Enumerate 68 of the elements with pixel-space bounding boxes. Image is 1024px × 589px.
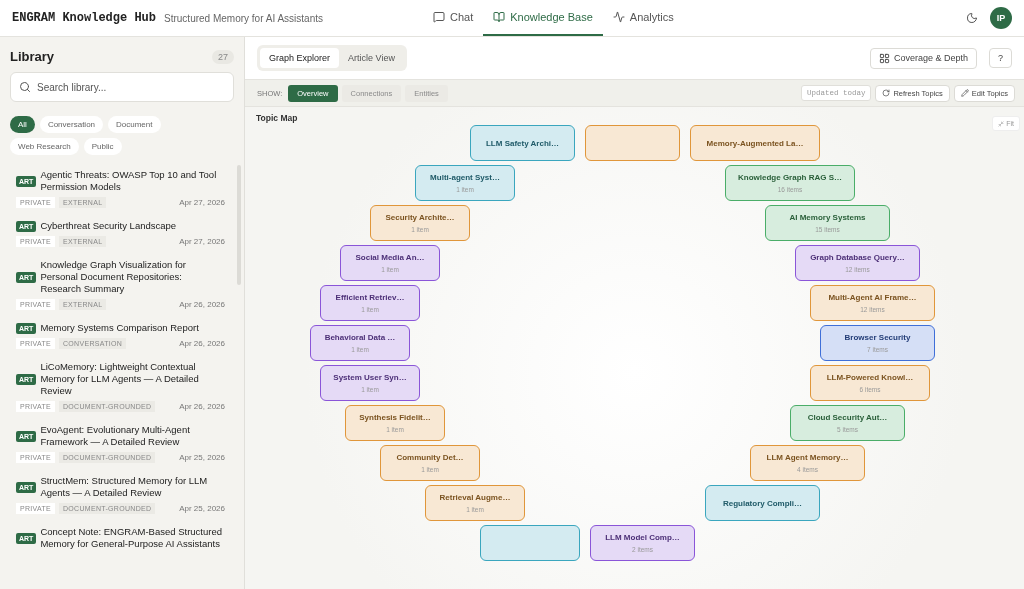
topic-label: Multi-Agent AI Frame… (828, 293, 917, 302)
topic-node[interactable]: LLM Safety Archi… (470, 125, 575, 161)
article-date: Apr 26, 2026 (179, 339, 225, 348)
topic-node[interactable] (585, 125, 680, 161)
topic-label: Retrieval Augme… (439, 493, 511, 502)
topic-label: Browser Security (844, 333, 911, 342)
article-date: Apr 27, 2026 (179, 237, 225, 246)
library-title: Library (10, 49, 55, 64)
topic-label: Behavioral Data … (324, 333, 396, 342)
nav-tab[interactable]: Analytics (602, 0, 684, 36)
book-icon (493, 11, 506, 23)
article-title[interactable]: Agentic Threats: OWASP Top 10 and Tool Permission Models (40, 169, 225, 193)
article-title[interactable]: Knowledge Graph Visualization for Personal Document Repositories: Research Summary (40, 259, 225, 295)
library-count: 27 (212, 49, 234, 64)
topic-label: LLM-Powered Knowl… (826, 373, 914, 382)
article-date: Apr 26, 2026 (179, 300, 225, 309)
nav-tab[interactable]: Chat (423, 0, 484, 36)
filter-chip[interactable]: All (10, 116, 35, 133)
filter-chip[interactable]: Document (108, 116, 161, 133)
pulse-icon (612, 11, 625, 23)
article-title[interactable]: StructMem: Structured Memory for LLM Agents — A Detailed Review (40, 475, 225, 499)
topic-label: Multi-agent Syst… (430, 173, 500, 182)
article-date: Apr 27, 2026 (179, 198, 225, 207)
topic-label: Cloud Security Aut… (807, 413, 888, 422)
help-button[interactable]: ? (989, 48, 1012, 68)
topic-node[interactable] (480, 525, 580, 561)
topic-label: Knowledge Graph RAG S… (738, 173, 842, 182)
app-tagline: Structured Memory for AI Assistants (164, 12, 323, 24)
pencil-icon (960, 89, 969, 97)
article-date: Apr 25, 2026 (179, 504, 225, 513)
topic-label: AI Memory Systems (789, 213, 866, 222)
topic-label: Memory-Augmented La… (706, 138, 804, 148)
article-title[interactable]: Concept Note: ENGRAM-Based Structured Memory for General-Purpose AI Assistants (40, 526, 225, 550)
article-title[interactable]: LiCoMemory: Lightweight Contextual Memory for LLM Agents — A Detailed Review (40, 361, 225, 397)
filter-chip[interactable]: Conversation (39, 116, 104, 133)
fit-icon (998, 120, 1005, 127)
topic-label: LLM Agent Memory… (766, 453, 849, 462)
view-tab[interactable]: Article View (339, 48, 404, 68)
article-title[interactable]: Memory Systems Comparison Report (40, 322, 199, 334)
topic-label: Efficient Retriev… (335, 293, 405, 302)
refresh-icon (882, 89, 891, 97)
user-avatar[interactable]: IP (990, 7, 1012, 29)
grid-icon (878, 52, 890, 64)
topic-label: Community Det… (396, 453, 464, 462)
article-date: Apr 25, 2026 (179, 453, 225, 462)
search-icon (19, 81, 31, 93)
article-date: Apr 26, 2026 (179, 402, 225, 411)
topic-label: Synthesis Fidelit… (359, 413, 431, 422)
topic-label: Graph Database Query… (810, 253, 905, 262)
topic-label: Regulatory Compli… (722, 498, 803, 508)
topic-node[interactable]: Memory-Augmented La… (690, 125, 820, 161)
app-title: ENGRAM Knowledge Hub (12, 11, 157, 25)
topic-map-title: Topic Map (256, 113, 298, 123)
article-title[interactable]: Cyberthreat Security Landscape (40, 220, 177, 232)
article-title[interactable]: EvoAgent: Evolutionary Multi-Agent Framework — A Detailed Review (40, 424, 225, 448)
topic-label: LLM Safety Archi… (485, 138, 559, 148)
filter-chip[interactable]: Web Research (10, 138, 79, 155)
view-tab[interactable]: Graph Explorer (260, 48, 340, 68)
topic-label: LLM Model Comp… (605, 533, 680, 542)
topic-label: Security Archite… (385, 213, 455, 222)
topic-label: System User Syn… (333, 373, 407, 382)
search-field[interactable]: Search library... (10, 72, 234, 102)
topic-label: Social Media An… (355, 253, 425, 262)
topic-node[interactable]: Regulatory Compli… (705, 485, 820, 521)
filter-chip[interactable]: Public (83, 138, 122, 155)
theme-toggle-icon[interactable] (966, 12, 978, 24)
chat-icon (433, 11, 445, 23)
coverage-button[interactable]: Coverage & Depth (869, 47, 977, 69)
